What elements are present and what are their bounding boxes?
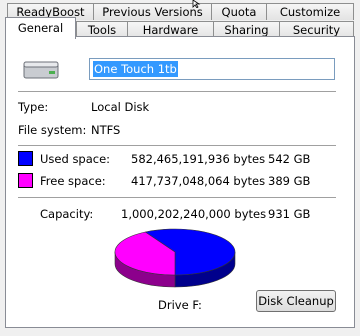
used-space-size: 542 GB (268, 152, 311, 166)
capacity-size: 931 GB (268, 207, 311, 221)
separator (18, 197, 336, 198)
type-value: Local Disk (91, 100, 150, 114)
disk-cleanup-button-label: Disk Cleanup (258, 294, 334, 308)
file-system-value: NTFS (91, 123, 121, 137)
used-space-bytes: 582,465,191,936 bytes (131, 152, 266, 166)
free-space-bytes: 417,737,048,064 bytes (131, 174, 266, 188)
tab-label: Security (292, 23, 341, 37)
used-space-label: Used space: (40, 152, 111, 166)
file-system-label: File system: (18, 123, 87, 137)
tab-label: Previous Versions (102, 5, 203, 19)
tab-label: Customize (279, 5, 341, 19)
tab-quota[interactable]: Quota (211, 3, 267, 20)
tab-label: Quota (221, 5, 257, 19)
tab-customize[interactable]: Customize (266, 3, 354, 20)
free-space-color-swatch (18, 173, 33, 188)
capacity-label: Capacity: (40, 207, 94, 221)
used-space-color-swatch (18, 151, 33, 166)
tab-label: Sharing (224, 23, 269, 37)
disk-cleanup-button[interactable]: Disk Cleanup (256, 290, 336, 312)
separator (18, 145, 336, 146)
free-space-size: 389 GB (268, 174, 311, 188)
capacity-bytes: 1,000,202,240,000 bytes (121, 207, 267, 221)
tab-label: General (17, 21, 64, 35)
tab-label: Hardware (142, 23, 199, 37)
separator (18, 91, 336, 92)
disk-usage-pie-chart (114, 228, 236, 288)
drive-letter-label: Drive F: (158, 298, 202, 312)
drive-properties-dialog: ReadyBoost Previous Versions Quota Custo… (0, 0, 360, 336)
free-space-label: Free space: (40, 174, 106, 188)
mouse-cursor-icon (192, 0, 201, 8)
tab-general[interactable]: General (5, 17, 76, 39)
tab-label: Tools (87, 23, 117, 37)
volume-name-input[interactable]: One Touch 1tb (89, 58, 335, 80)
type-label: Type: (18, 100, 49, 114)
volume-name-text: One Touch 1tb (93, 61, 178, 77)
drive-icon (23, 61, 59, 79)
